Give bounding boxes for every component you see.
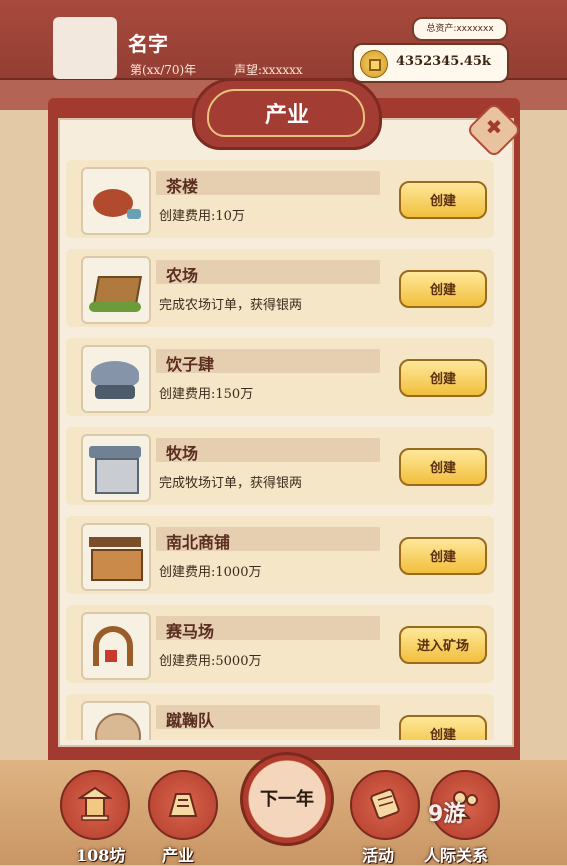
close-icon: ✖	[485, 115, 503, 140]
nav-label: 108坊	[76, 846, 126, 865]
list-item-farm: 农场 完成农场订单，获得银两 创建	[66, 249, 494, 327]
nav-circle	[148, 770, 218, 840]
player-avatar[interactable]	[53, 17, 117, 79]
create-button[interactable]: 创建	[399, 359, 487, 397]
scroll-icon	[370, 788, 400, 820]
player-name: 名字	[128, 32, 168, 56]
industry-desc: 完成牧场订单，获得银两	[159, 476, 303, 491]
nav-circle	[60, 770, 130, 840]
list-item-drink-shop: 饮子肆 创建费用:150万 创建	[66, 338, 494, 416]
list-item-shop: 南北商铺 创建费用:1000万 创建	[66, 516, 494, 594]
drink-shop-icon	[81, 345, 151, 413]
create-button[interactable]: 创建	[399, 715, 487, 740]
year-counter: 第(xx/70)年	[130, 63, 197, 77]
watermark-logo: 9游	[428, 802, 466, 827]
create-button[interactable]: 创建	[399, 181, 487, 219]
list-item-cuju-team: 蹴鞠队 创建	[66, 694, 494, 740]
nav-label: 产业	[162, 846, 195, 865]
industry-name: 蹴鞠队	[166, 711, 215, 730]
panel-title: 产业	[264, 102, 309, 128]
industry-list[interactable]: 茶楼 创建费用:10万 创建 农场 完成农场订单，获得银两 创建 饮子肆 创建费…	[66, 160, 498, 740]
nav-label: 活动	[362, 846, 395, 865]
industry-name: 牧场	[166, 444, 199, 463]
enter-mine-button[interactable]: 进入矿场	[399, 626, 487, 664]
industry-name: 饮子肆	[166, 355, 215, 374]
next-year-button[interactable]: 下一年	[240, 752, 334, 846]
pavilion-icon	[78, 786, 112, 821]
industry-name: 茶楼	[166, 177, 199, 196]
market-stall-icon	[81, 523, 151, 591]
industry-desc: 创建费用:1000万	[159, 565, 262, 580]
ranch-gate-icon	[81, 434, 151, 502]
list-item-tea-house: 茶楼 创建费用:10万 创建	[66, 160, 494, 238]
racecourse-arch-icon	[81, 612, 151, 680]
industry-name: 农场	[166, 266, 199, 285]
money-display: 4352345.45k	[352, 43, 509, 83]
create-button[interactable]: 创建	[399, 537, 487, 575]
next-year-label: 下一年	[260, 789, 314, 810]
list-item-racecourse: 赛马场 创建费用:5000万 进入矿场	[66, 605, 494, 683]
list-item-ranch: 牧场 完成牧场订单，获得银两 创建	[66, 427, 494, 505]
industry-desc: 创建费用:10万	[159, 209, 245, 224]
money-value: 4352345.45k	[396, 54, 491, 69]
teapot-icon	[81, 167, 151, 235]
industry-name: 南北商铺	[166, 533, 231, 552]
create-button[interactable]: 创建	[399, 270, 487, 308]
nav-circle	[350, 770, 420, 840]
coin-icon	[360, 50, 388, 78]
industry-desc: 创建费用:150万	[159, 387, 254, 402]
create-button[interactable]: 创建	[399, 448, 487, 486]
cuju-ball-icon	[81, 701, 151, 740]
industry-desc: 创建费用:5000万	[159, 654, 262, 669]
total-assets-badge: 总资产:xxxxxxx	[412, 17, 508, 41]
fame-value: 声望:xxxxxx	[234, 63, 303, 77]
farm-crate-icon	[81, 256, 151, 324]
industry-icon	[168, 793, 198, 817]
industry-name: 赛马场	[166, 622, 215, 641]
nav-label: 人际关系	[424, 846, 489, 865]
industry-desc: 完成农场订单，获得银两	[159, 298, 303, 313]
panel-title-plaque: 产业	[192, 78, 382, 150]
